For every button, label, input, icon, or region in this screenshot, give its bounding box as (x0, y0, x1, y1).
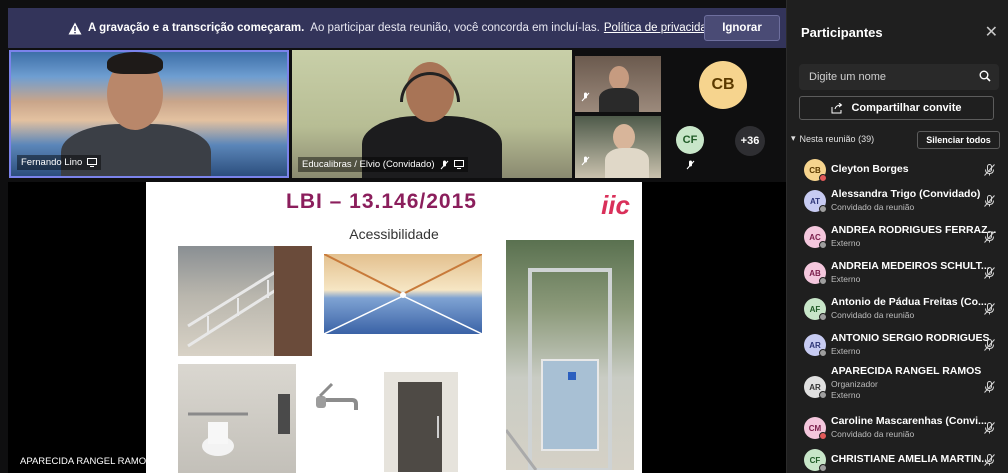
participant-name-label: Educalibras / Elvio (Convidado) (298, 157, 468, 172)
avatar[interactable]: CB (699, 61, 747, 109)
participant-role: Convidado da reunião (831, 429, 915, 439)
banner-text: Ao participar desta reunião, você concor… (310, 22, 600, 34)
share-invite-button[interactable]: Compartilhar convite (799, 96, 994, 120)
presence-status-icon (819, 464, 827, 472)
screen-share-icon (87, 158, 98, 167)
mic-off-icon[interactable] (984, 339, 995, 351)
participant-row[interactable]: CM Caroline Mascarenhas (Convi... Convidad… (787, 410, 1008, 446)
presence-status-icon (819, 313, 827, 321)
participant-role: Externo (831, 390, 861, 400)
more-participants-button[interactable]: +36 (735, 126, 765, 156)
close-icon[interactable]: ✕ (985, 22, 998, 42)
chevron-down-icon: ▾ (791, 133, 796, 143)
video-tile-fernando[interactable]: Fernando Lino (9, 50, 289, 178)
participant-name: APARECIDA RANGEL RAMOS (831, 365, 982, 377)
presence-status-icon (819, 241, 827, 249)
section-label: Nesta reunião (39) (799, 133, 875, 144)
ramp-photo (178, 246, 312, 356)
participant-name-label: Fernando Lino (17, 155, 102, 170)
participant-name: ANTONIO SERGIO RODRIGUES (831, 332, 990, 344)
participant-row[interactable]: CF CHRISTIANE AMELIA MARTIN... (787, 446, 1008, 473)
participant-row[interactable]: AF Antonio de Pádua Freitas (Co... Convida… (787, 291, 1008, 327)
video-tile-small[interactable] (575, 116, 661, 178)
mic-off-icon (581, 156, 590, 166)
search-icon (979, 70, 991, 82)
participant-role: Organizador (831, 379, 878, 389)
recording-banner: A gravação e a transcrição começaram. Ao… (8, 8, 786, 48)
participant-name: CHRISTIANE AMELIA MARTIN... (831, 453, 991, 465)
participant-name: Fernando Lino (21, 157, 83, 168)
presence-status-icon (819, 432, 827, 440)
mic-off-icon[interactable] (984, 381, 995, 393)
participant-video (609, 66, 629, 90)
platform-lift-photo (504, 240, 634, 472)
participant-role: Externo (831, 274, 861, 284)
mic-off-icon (581, 92, 590, 102)
search-input[interactable]: Digite um nome (799, 64, 999, 90)
participant-row[interactable]: AB ANDREIA MEDEIROS SCHULT... Externo (787, 255, 1008, 291)
presence-status-icon (819, 349, 827, 357)
accessible-bathroom-photo (178, 364, 296, 473)
share-icon (831, 102, 843, 113)
mic-off-icon[interactable] (984, 231, 995, 243)
walkway-photo (323, 253, 483, 335)
participant-row[interactable]: AT Alessandra Trigo (Convidado) Convidado … (787, 183, 1008, 219)
slide-title: LBI – 13.146/2015 (286, 190, 477, 213)
mute-all-button[interactable]: Silenciar todos (917, 131, 1000, 149)
video-tile-small[interactable] (575, 56, 661, 112)
participant-row[interactable]: AR APARECIDA RANGEL RAMOS Organizador Exter… (787, 363, 1008, 410)
mic-off-icon[interactable] (984, 195, 995, 207)
mic-off-icon (440, 160, 448, 169)
participant-row[interactable]: CB Cleyton Borges (787, 156, 1008, 183)
presentation-slide: LBI – 13.146/2015 iic Acessibilidade (146, 182, 642, 473)
mic-off-icon (686, 160, 695, 170)
warning-icon (68, 21, 82, 35)
participants-panel: Participantes ✕ Digite um nome Compartil… (786, 0, 1008, 473)
participant-row[interactable]: AR ANTONIO SERGIO RODRIGUES Externo (787, 327, 1008, 363)
presence-status-icon (819, 391, 827, 399)
mic-off-icon[interactable] (984, 267, 995, 279)
participant-name: ANDREIA MEDEIROS SCHULT... (831, 260, 990, 272)
participant-role: Externo (831, 238, 861, 248)
screen-share-icon (453, 160, 464, 169)
participant-video (613, 124, 635, 150)
mic-off-icon[interactable] (984, 422, 995, 434)
presence-status-icon (819, 277, 827, 285)
participant-name: ANDREA RODRIGUES FERRAZ... (831, 224, 997, 236)
video-tile-elvio[interactable]: Educalibras / Elvio (Convidado) (292, 50, 572, 178)
mic-off-icon[interactable] (984, 454, 995, 466)
participant-name: Cleyton Borges (831, 163, 909, 175)
participant-role: Convidado da reunião (831, 310, 915, 320)
privacy-policy-link[interactable]: Política de privacidade (604, 22, 720, 34)
share-invite-label: Compartilhar convite (851, 102, 962, 114)
participant-name: Antonio de Pádua Freitas (Co... (831, 296, 987, 308)
participant-name: Caroline Mascarenhas (Convi... (831, 415, 987, 427)
panel-title: Participantes (801, 25, 883, 40)
presence-status-icon (819, 174, 827, 182)
faucet-photo (312, 382, 360, 418)
bathroom-stall-photo (384, 372, 458, 472)
search-placeholder: Digite um nome (809, 71, 887, 83)
banner-title: A gravação e a transcrição começaram. (88, 22, 305, 34)
ignore-button[interactable]: Ignorar (704, 15, 780, 41)
presence-status-icon (819, 205, 827, 213)
participant-name: Educalibras / Elvio (Convidado) (302, 159, 435, 170)
mic-off-icon[interactable] (984, 164, 995, 176)
participant-list: CB Cleyton Borges AT Alessandra Trigo (Conv… (787, 156, 1008, 473)
avatar[interactable]: CF (676, 126, 704, 154)
participant-role: Convidado da reunião (831, 202, 915, 212)
participant-row[interactable]: AC ANDREA RODRIGUES FERRAZ... Externo (787, 219, 1008, 255)
section-header-in-meeting[interactable]: ▾ Nesta reunião (39) (791, 133, 874, 144)
iic-logo: iic (601, 190, 630, 220)
presenter-name: APARECIDA RANGEL RAMOS (20, 456, 153, 467)
participant-role: Externo (831, 346, 861, 356)
mic-off-icon[interactable] (984, 303, 995, 315)
participant-name: Alessandra Trigo (Convidado) (831, 188, 981, 200)
